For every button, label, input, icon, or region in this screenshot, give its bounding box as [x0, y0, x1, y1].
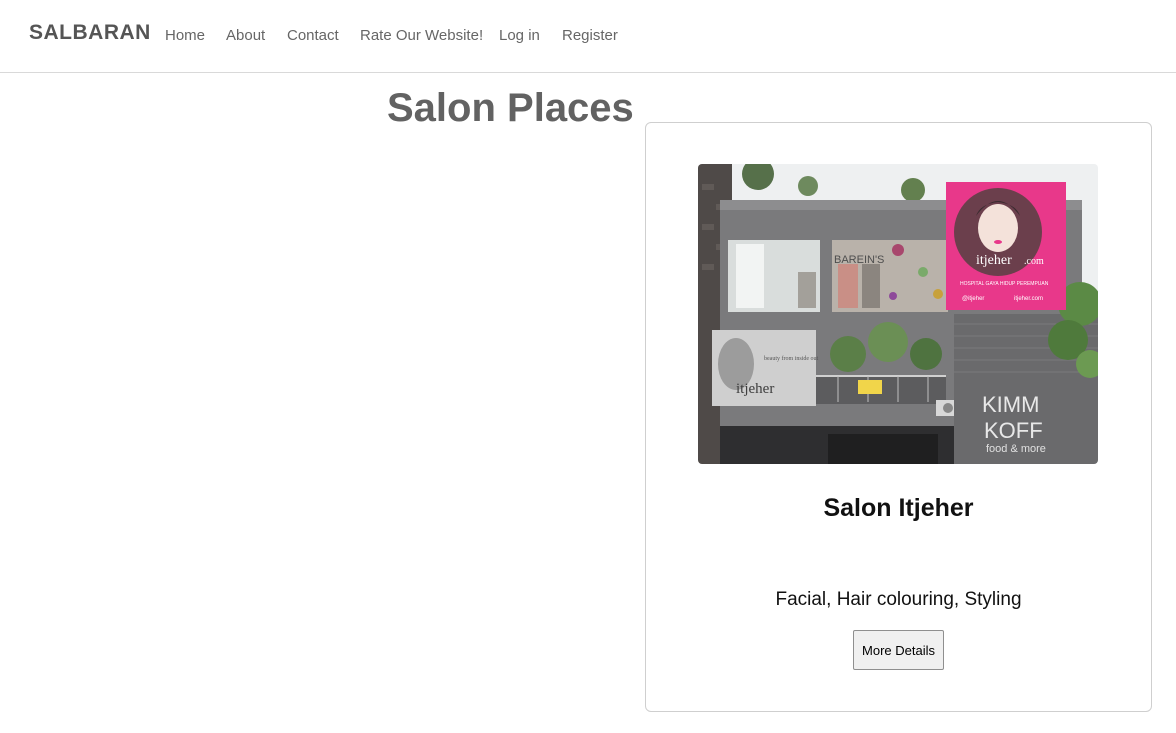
nav-link-home[interactable]: Home: [165, 27, 205, 44]
photo-poster-brand: itjeher: [736, 381, 774, 397]
more-details-button[interactable]: More Details: [853, 630, 944, 670]
salon-photo: BAREIN'S itjeher beauty from inside out: [698, 164, 1098, 464]
salon-card: BAREIN'S itjeher beauty from inside out: [645, 122, 1152, 712]
nav-link-about[interactable]: About: [226, 27, 265, 44]
photo-neighbor-line2: KOFF: [984, 418, 1043, 443]
salon-services: Facial, Hair colouring, Styling: [775, 589, 1022, 610]
photo-billboard-social: @itjeher: [962, 296, 984, 302]
photo-window-sign: BAREIN'S: [834, 254, 884, 266]
nav-link-rate-website[interactable]: Rate Our Website!: [360, 27, 483, 44]
salon-name: Salon Itjeher: [823, 494, 974, 522]
brand-logo[interactable]: SALBARAN: [29, 21, 151, 45]
photo-billboard-facebook: itjeher.com: [1014, 296, 1043, 302]
photo-billboard-tagline: HOSPITAL GAYA HIDUP PEREMPUAN: [960, 281, 1049, 287]
nav-link-login[interactable]: Log in: [499, 27, 540, 44]
photo-poster-tagline: beauty from inside out: [764, 355, 818, 362]
page-title: Salon Places: [387, 86, 634, 130]
photo-billboard-domain: .com: [1024, 256, 1044, 267]
photo-billboard-brand: itjeher: [976, 253, 1012, 268]
photo-neighbor-line3: food & more: [986, 443, 1046, 455]
nav-link-contact[interactable]: Contact: [287, 27, 339, 44]
navbar: SALBARAN Home About Contact Rate Our Web…: [0, 0, 1176, 73]
photo-neighbor-line1: KIMM: [982, 392, 1039, 417]
nav-link-register[interactable]: Register: [562, 27, 618, 44]
